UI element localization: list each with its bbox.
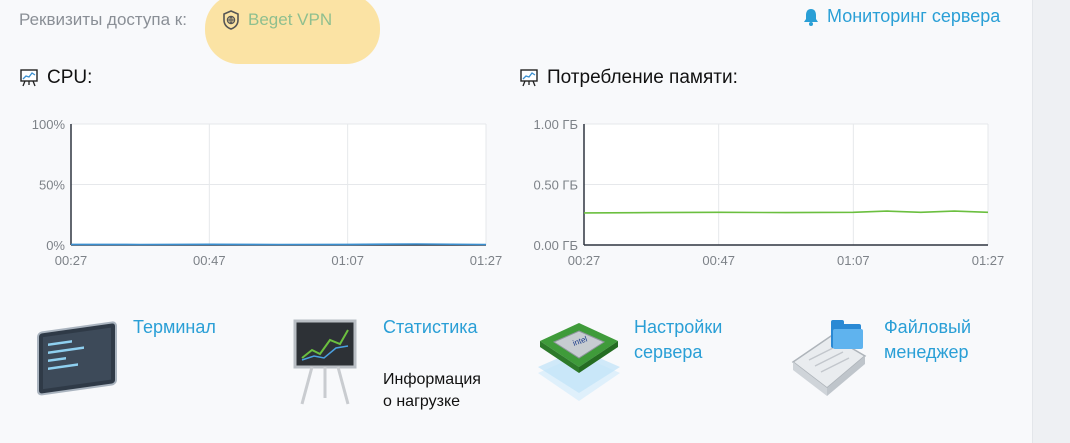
- statistics-description: Информация о нагрузке: [383, 369, 481, 413]
- memory-x-tick: 01:07: [837, 253, 870, 268]
- statistics-easel-icon: [293, 319, 357, 405]
- terminal-tool[interactable]: [30, 318, 120, 403]
- terminal-link[interactable]: Терминал: [133, 315, 216, 340]
- memory-x-tick: 01:27: [972, 253, 1005, 268]
- file-manager-link[interactable]: Файловый менеджер: [884, 315, 971, 365]
- cpu-x-tick: 00:27: [55, 253, 88, 268]
- files-label-line1: Файловый: [884, 317, 972, 337]
- cpu-chip-icon: intel: [538, 323, 620, 401]
- statistics-desc-line1: Информация: [383, 371, 481, 388]
- memory-y-tick: 0.00 ГБ: [534, 238, 578, 253]
- cpu-x-tick: 01:07: [331, 253, 364, 268]
- statistics-tool[interactable]: [290, 318, 360, 411]
- page-scroll-strip: [1032, 0, 1070, 443]
- cpu-y-tick: 0%: [46, 238, 65, 253]
- server-settings-link[interactable]: Настройки сервера: [634, 315, 722, 365]
- file-manager-tool[interactable]: [785, 318, 875, 411]
- cpu-x-tick: 01:27: [470, 253, 503, 268]
- terminal-icon: [37, 321, 117, 396]
- cpu-series-line: [70, 243, 487, 246]
- charts-canvas: 100%50%0%00:27 00:47 01:07 01:271.00 ГБ0.50…: [32, 117, 1005, 268]
- memory-x-tick: 00:47: [702, 253, 735, 268]
- files-label-line2: менеджер: [884, 342, 969, 362]
- settings-label-line2: сервера: [634, 342, 703, 362]
- cpu-y-tick: 100%: [32, 117, 66, 132]
- memory-x-tick: 00:27: [568, 253, 601, 268]
- memory-y-tick: 0.50 ГБ: [534, 178, 578, 193]
- file-manager-icon: [791, 320, 867, 396]
- statistics-desc-line2: о нагрузке: [383, 393, 461, 410]
- memory-y-tick: 1.00 ГБ: [534, 117, 578, 132]
- cpu-x-tick: 00:47: [193, 253, 226, 268]
- settings-label-line1: Настройки: [634, 317, 723, 337]
- server-settings-tool[interactable]: intel: [534, 315, 624, 410]
- cpu-y-tick: 50%: [39, 178, 65, 193]
- statistics-link[interactable]: Статистика: [383, 315, 478, 340]
